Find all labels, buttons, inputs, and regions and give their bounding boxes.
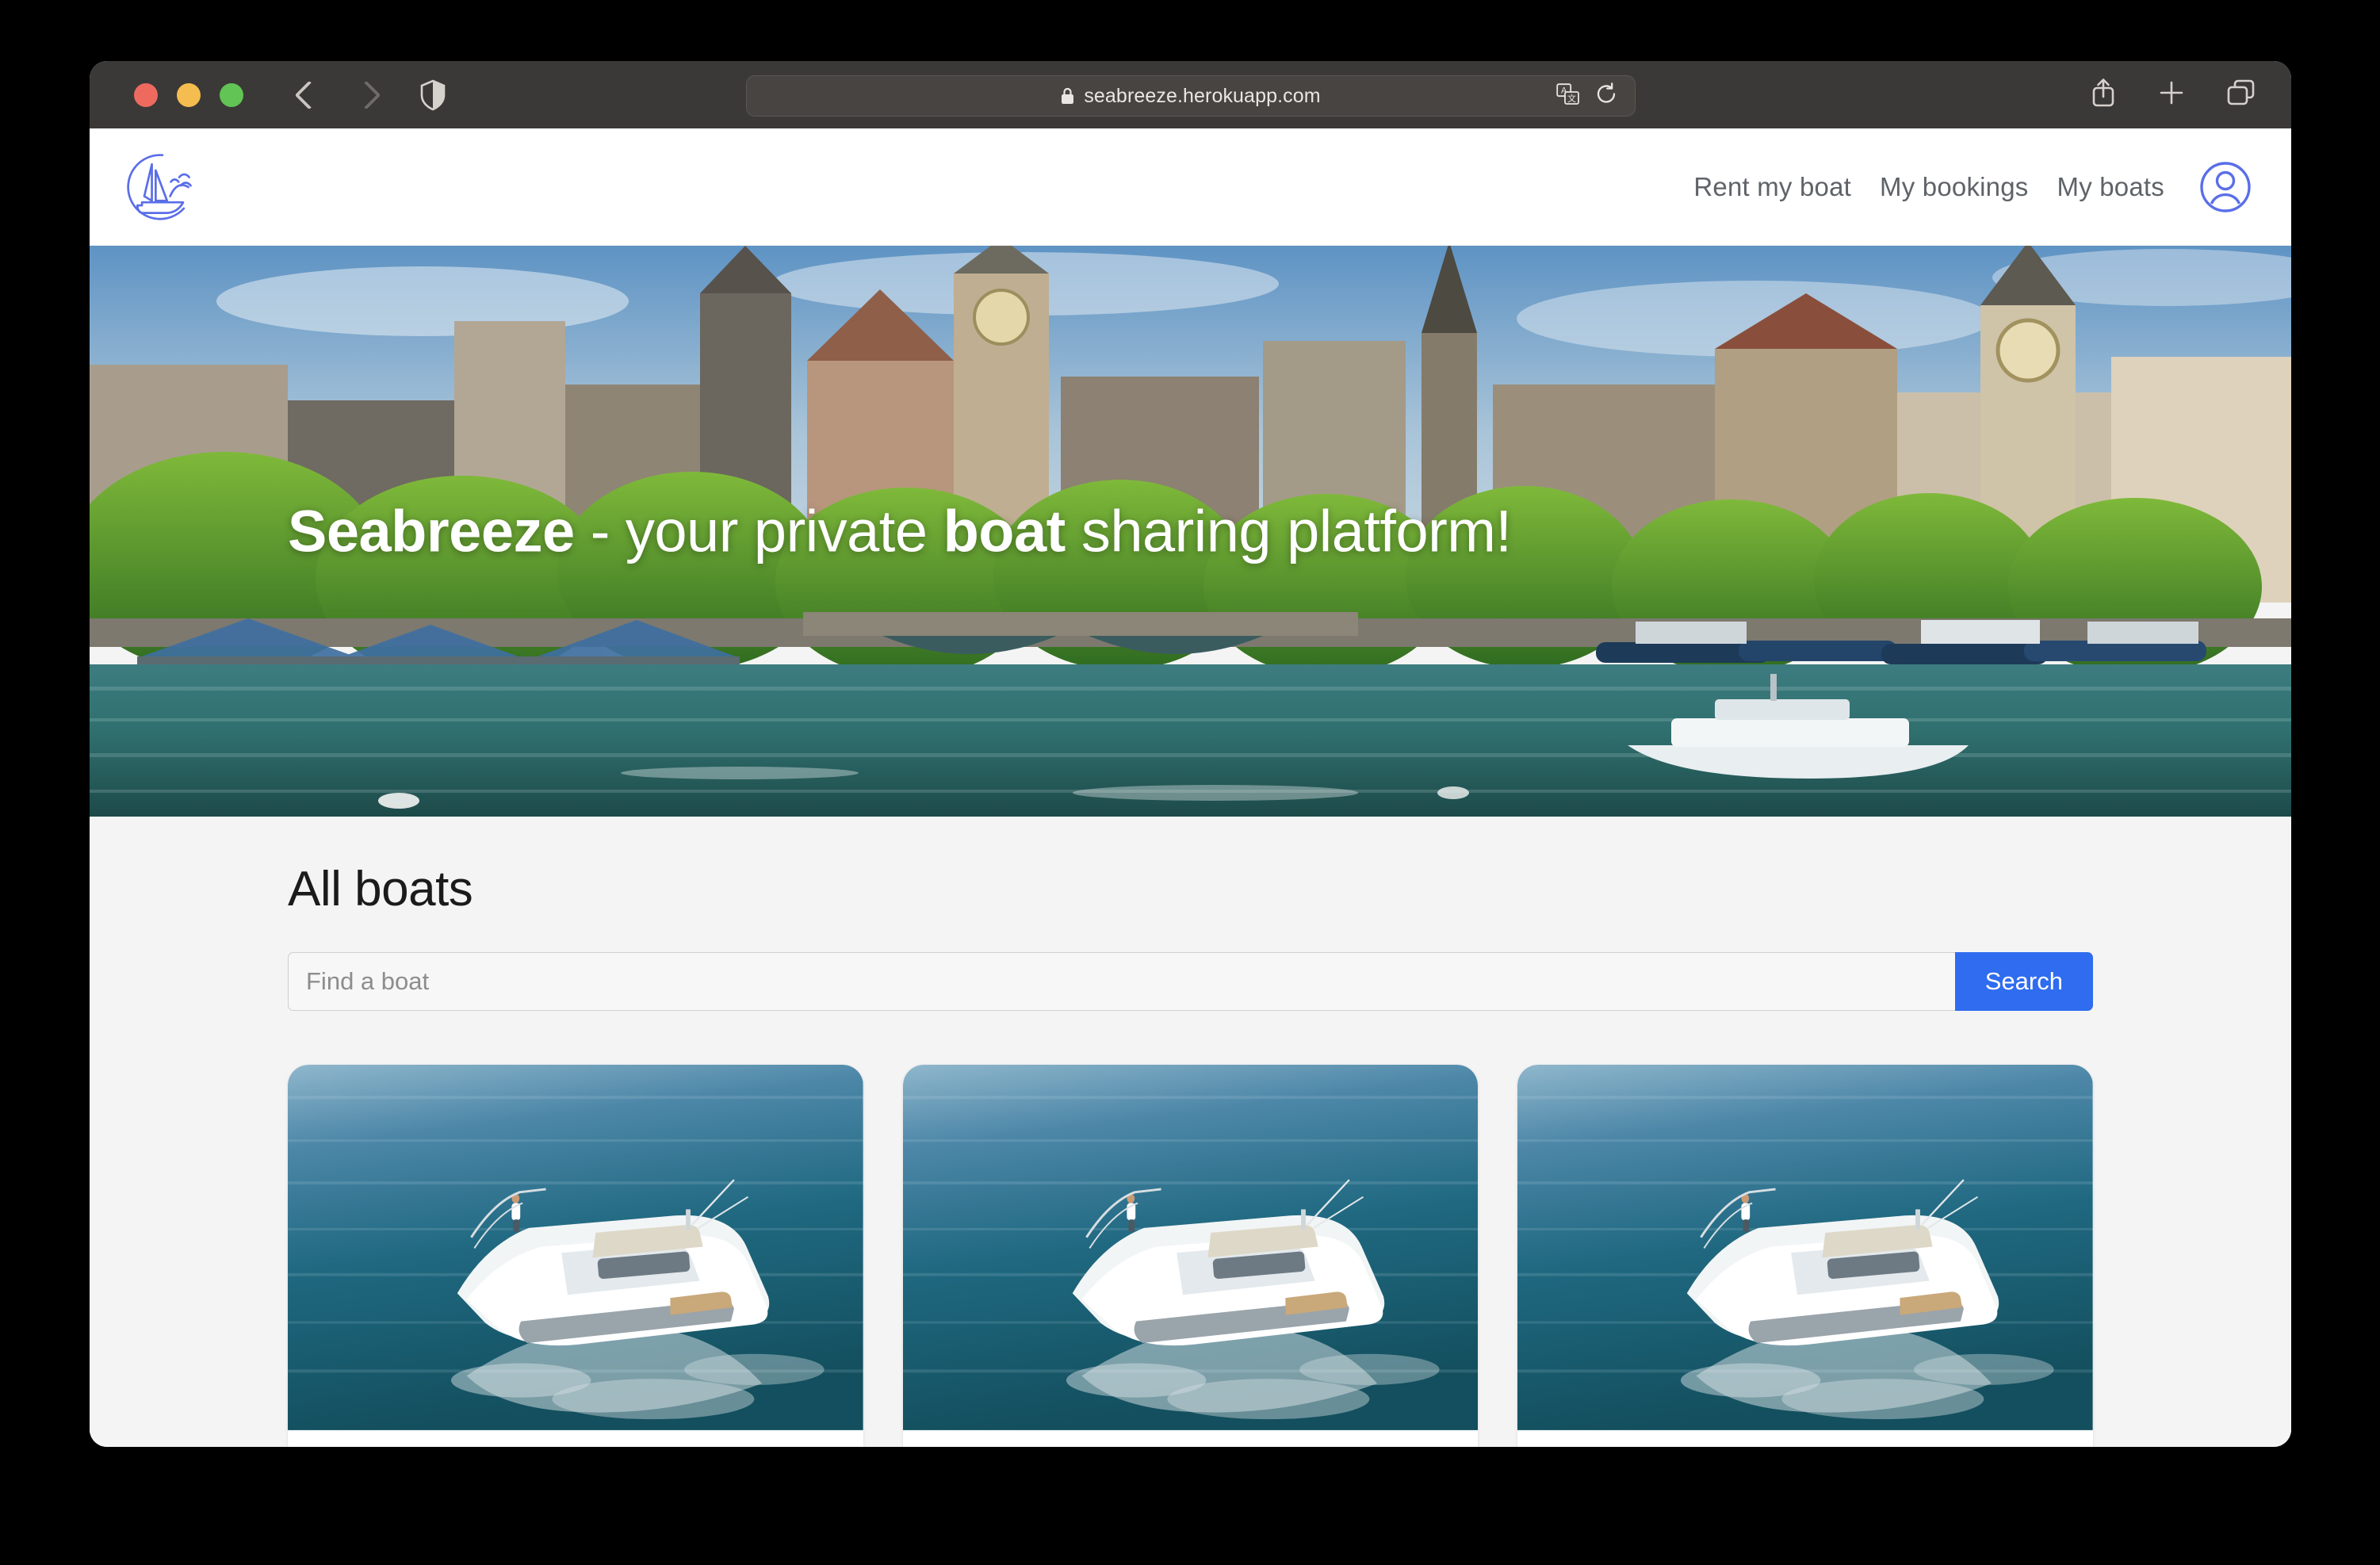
hero-title-mid2: sharing platform! [1065, 498, 1512, 564]
maximize-window-button[interactable] [220, 82, 243, 107]
address-bar[interactable]: seabreeze.herokuapp.com A 文 [745, 75, 1636, 117]
hero-banner: Seabreeze - your private boat sharing pl… [90, 246, 2291, 817]
boat-card-body [1517, 1437, 2094, 1447]
url-text: seabreeze.herokuapp.com [1084, 84, 1321, 107]
boat-card-image [1517, 1065, 2093, 1437]
main-content: All boats Search [90, 817, 2291, 1447]
hero-title-mid1: - your private [574, 498, 943, 564]
shield-icon [420, 79, 446, 110]
reload-icon [1597, 82, 1615, 103]
window-traffic-lights [134, 82, 243, 107]
tab-overview-button[interactable] [2226, 78, 2256, 111]
browser-window: seabreeze.herokuapp.com A 文 Rent my boat… [90, 61, 2291, 1447]
nav-item-my-bookings[interactable]: My bookings [1880, 172, 2028, 202]
boat-card[interactable] [1517, 1065, 2094, 1447]
back-button[interactable] [294, 80, 324, 109]
page-content: Rent my boat My bookings My boats Seabre… [90, 128, 2291, 1447]
hero-title-brand: Seabreeze [288, 498, 575, 564]
boat-card-body [288, 1437, 863, 1447]
boat-card-image [288, 1065, 863, 1437]
address-bar-container: seabreeze.herokuapp.com A 文 [745, 75, 1636, 117]
nav-item-rent-my-boat[interactable]: Rent my boat [1693, 172, 1851, 202]
search-input[interactable] [288, 952, 1955, 1011]
page-title: All boats [288, 862, 473, 916]
yacht-photo [902, 1065, 1479, 1430]
translate-button[interactable]: A 文 [1555, 82, 1580, 109]
hero-title: Seabreeze - your private boat sharing pl… [288, 498, 1512, 565]
new-tab-button[interactable] [2158, 79, 2185, 110]
lock-icon [1060, 86, 1075, 105]
url-display: seabreeze.herokuapp.com [1060, 84, 1321, 108]
boat-cards-grid [288, 1065, 2094, 1447]
share-button[interactable] [2090, 77, 2117, 113]
user-avatar-icon [2200, 161, 2251, 212]
browser-navigation [294, 80, 381, 109]
minimize-window-button[interactable] [177, 82, 201, 107]
yacht-photo [1517, 1065, 2093, 1430]
address-bar-actions: A 文 [1555, 82, 1617, 109]
boat-card-body [902, 1437, 1479, 1447]
boat-card[interactable] [288, 1065, 863, 1447]
tab-overview-icon [2227, 79, 2255, 105]
browser-titlebar: seabreeze.herokuapp.com A 文 [90, 61, 2291, 128]
boat-card[interactable] [902, 1065, 1479, 1447]
hero-title-emph: boat [943, 498, 1066, 564]
browser-toolbar-right [2090, 77, 2256, 113]
svg-text:文: 文 [1567, 92, 1576, 103]
chevron-left-icon [294, 80, 324, 109]
user-account-button[interactable] [2199, 161, 2252, 213]
site-header: Rent my boat My bookings My boats [90, 128, 2291, 246]
chevron-right-icon [351, 80, 381, 109]
yacht-photo [288, 1065, 863, 1430]
search-form: Search [288, 952, 2093, 1011]
site-navigation: Rent my boat My bookings My boats [1693, 161, 2252, 213]
forward-button[interactable] [351, 80, 381, 109]
privacy-report-button[interactable] [419, 79, 446, 111]
plus-icon [2160, 81, 2183, 105]
site-logo[interactable] [124, 149, 201, 225]
close-window-button[interactable] [134, 82, 158, 107]
share-icon [2092, 78, 2114, 107]
translate-icon: A 文 [1555, 82, 1579, 105]
sailboat-logo-icon [127, 153, 192, 220]
boat-card-image [902, 1065, 1479, 1437]
reload-button[interactable] [1596, 82, 1617, 109]
search-button[interactable]: Search [1954, 952, 2093, 1011]
nav-item-my-boats[interactable]: My boats [2057, 172, 2165, 202]
